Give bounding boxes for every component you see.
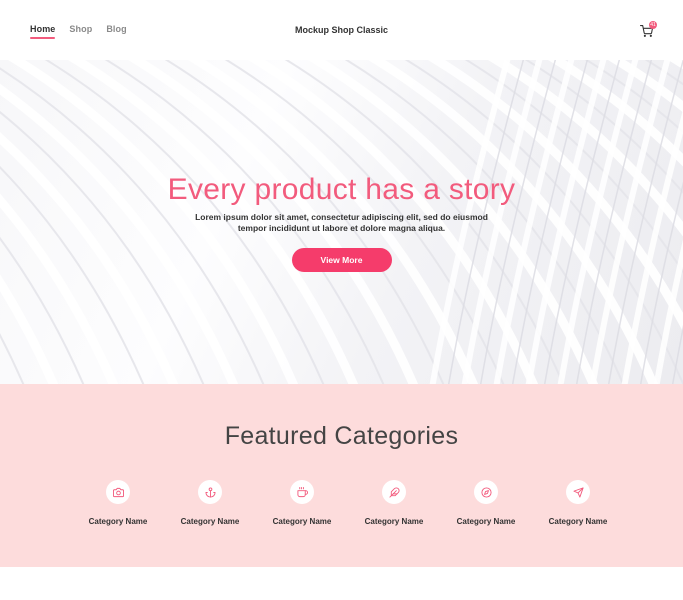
category-label: Category Name bbox=[88, 517, 148, 526]
cart-count-badge: 41 bbox=[649, 21, 657, 29]
feather-icon bbox=[388, 486, 400, 498]
category-label: Category Name bbox=[548, 517, 608, 526]
page-bottom-space bbox=[0, 567, 683, 600]
anchor-icon bbox=[204, 486, 216, 498]
category-label: Category Name bbox=[180, 517, 240, 526]
site-header: Home Shop Blog Mockup Shop Classic 41 bbox=[0, 0, 683, 60]
cart-button[interactable]: 41 bbox=[640, 21, 657, 38]
category-item[interactable]: Category Name bbox=[348, 480, 440, 526]
category-item[interactable]: Category Name bbox=[72, 480, 164, 526]
view-more-button[interactable]: View More bbox=[291, 248, 392, 272]
send-icon bbox=[572, 486, 584, 498]
hero-banner: Every product has a story Lorem ipsum do… bbox=[0, 60, 683, 384]
hero-content: Every product has a story Lorem ipsum do… bbox=[0, 173, 683, 272]
category-item[interactable]: Category Name bbox=[256, 480, 348, 526]
featured-categories-section: Featured Categories Category Name Catego… bbox=[0, 384, 683, 567]
camera-icon bbox=[112, 487, 124, 497]
category-label: Category Name bbox=[272, 517, 332, 526]
category-item[interactable]: Category Name bbox=[440, 480, 532, 526]
category-label: Category Name bbox=[364, 517, 424, 526]
category-list: Category Name Category Name Category Nam… bbox=[72, 480, 624, 526]
category-item[interactable]: Category Name bbox=[164, 480, 256, 526]
featured-title: Featured Categories bbox=[224, 422, 459, 450]
compass-icon bbox=[480, 486, 492, 498]
category-label: Category Name bbox=[456, 517, 516, 526]
category-item[interactable]: Category Name bbox=[532, 480, 624, 526]
site-brand[interactable]: Mockup Shop Classic bbox=[0, 25, 683, 35]
coffee-icon bbox=[296, 486, 308, 497]
hero-title: Every product has a story bbox=[167, 173, 516, 206]
hero-subtitle: Lorem ipsum dolor sit amet, consectetur … bbox=[195, 212, 488, 233]
